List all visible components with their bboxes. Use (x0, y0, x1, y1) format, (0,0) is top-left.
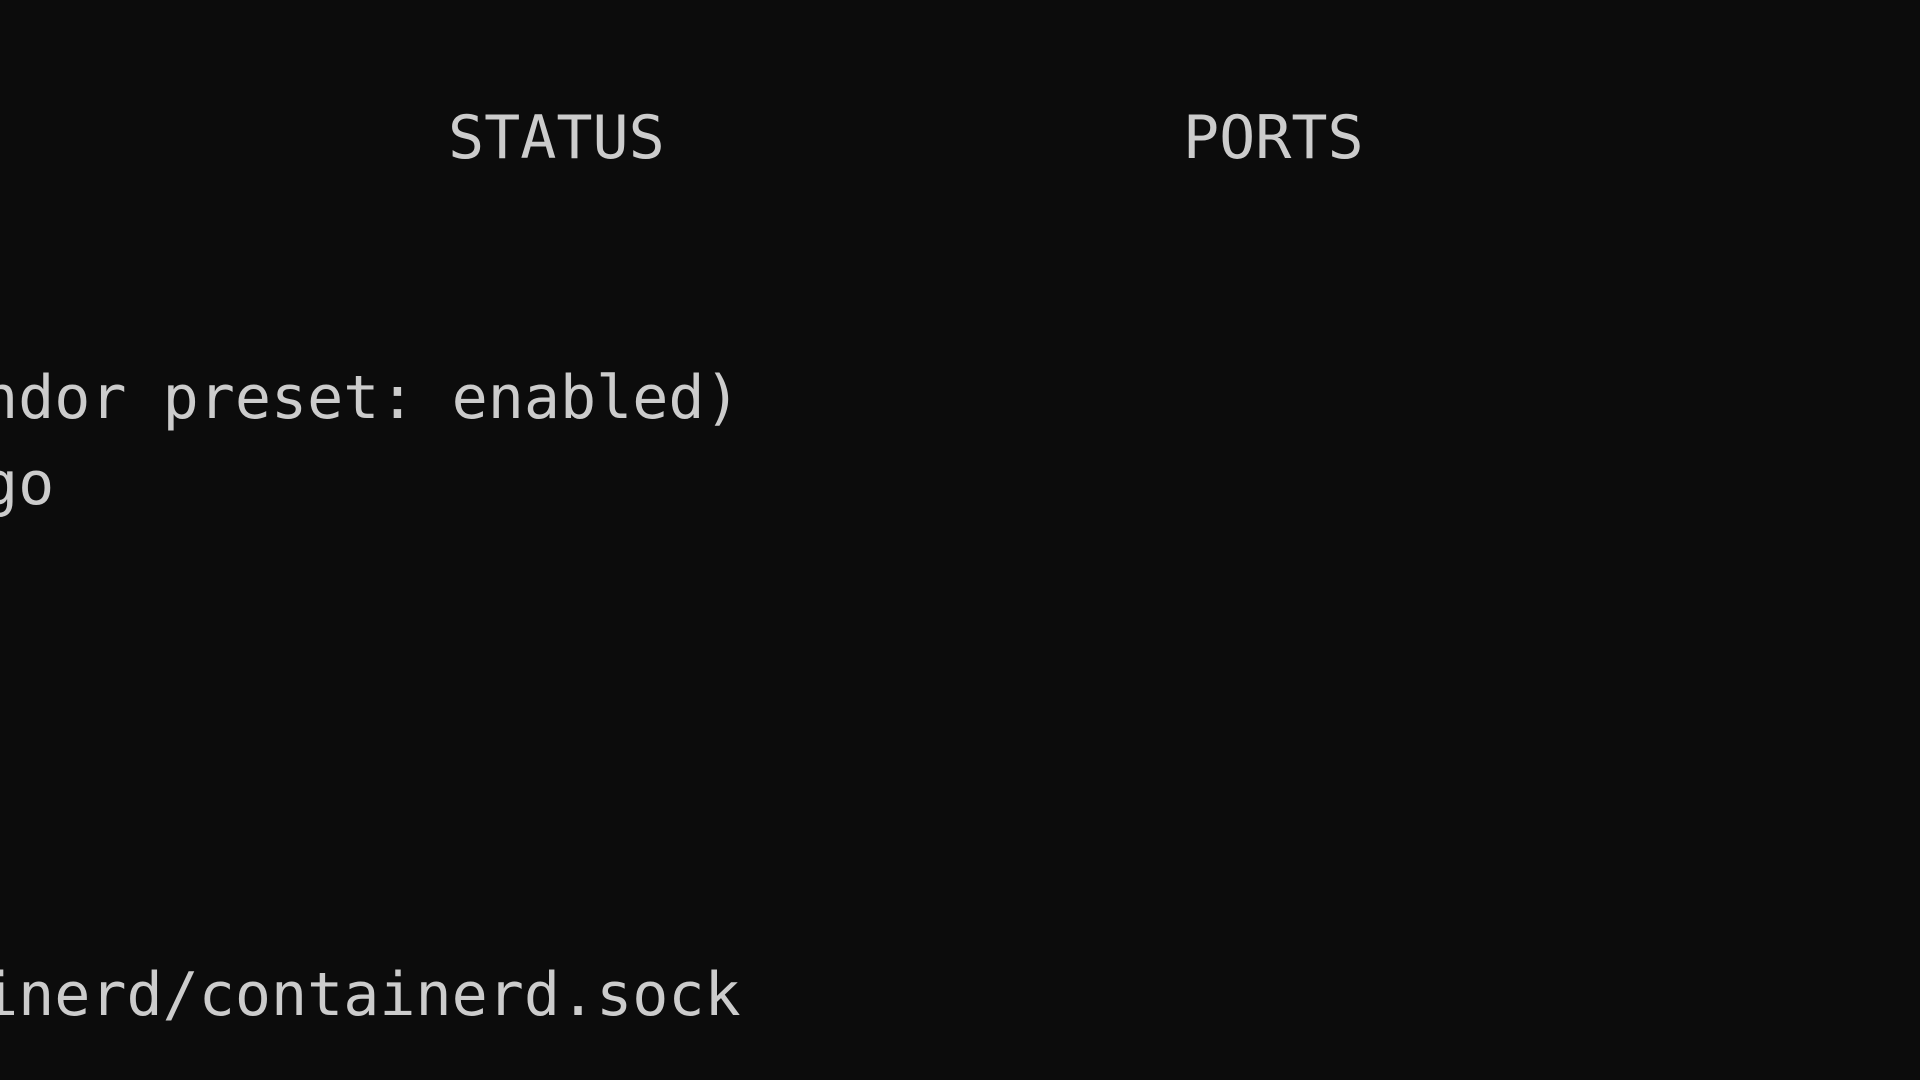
output-line-containerd-socket: inerd/containerd.sock (0, 960, 741, 1030)
output-line-ago: go (0, 449, 55, 519)
column-header-status: STATUS (448, 103, 665, 173)
column-header-ports: PORTS (1183, 103, 1364, 173)
terminal-window[interactable]: STATUS PORTS ndor preset: enabled) go in… (0, 0, 1920, 1080)
output-line-vendor-preset: ndor preset: enabled) (0, 363, 741, 433)
